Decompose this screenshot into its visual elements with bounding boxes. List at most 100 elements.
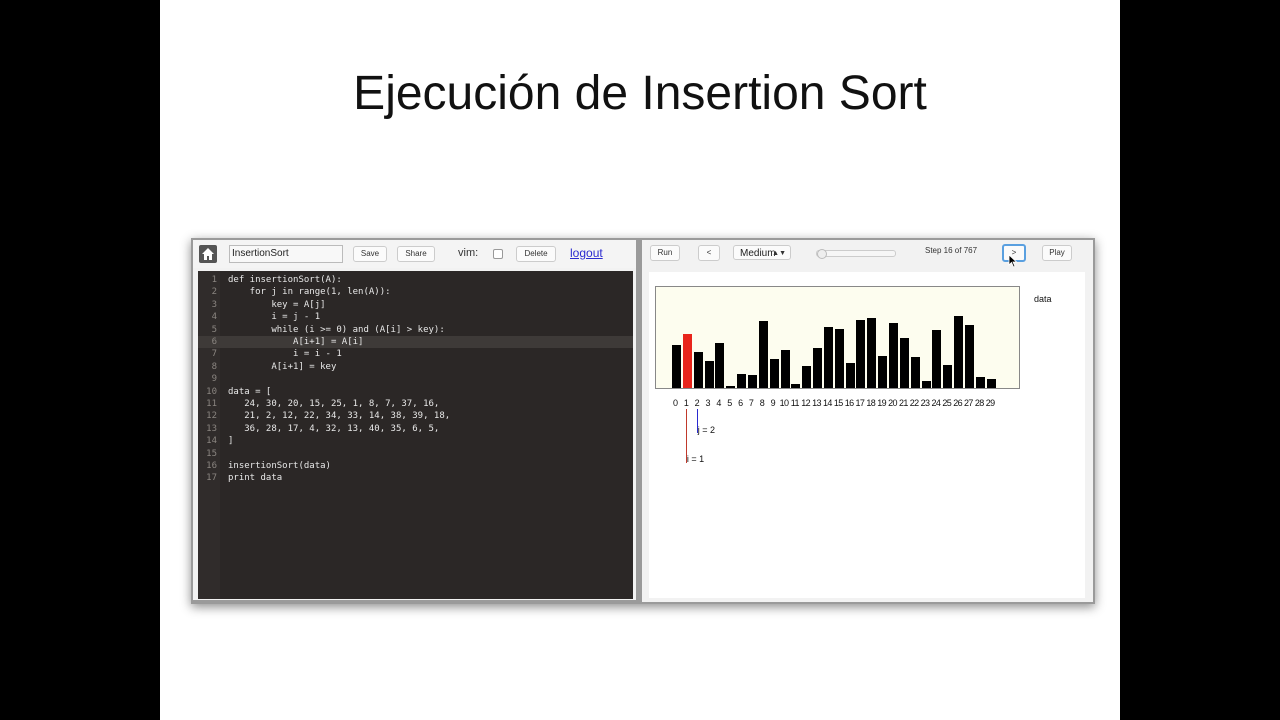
array-bar <box>910 357 920 388</box>
index-label: 5 <box>727 398 733 408</box>
code-text: for j in range(1, len(A)): <box>228 287 391 298</box>
array-bar <box>682 334 692 388</box>
filename-input[interactable]: InsertionSort <box>229 245 343 263</box>
code-line[interactable]: 17 print data <box>198 472 633 484</box>
code-line[interactable]: 5 while (i >= 0) and (A[i] > key): <box>198 324 633 336</box>
index-label: 14 <box>822 398 832 408</box>
code-line[interactable]: 16 insertionSort(data) <box>198 460 633 472</box>
line-number: 11 <box>206 399 217 409</box>
line-number: 14 <box>206 436 217 447</box>
line-number: 1 <box>211 275 217 285</box>
line-number: 3 <box>211 299 217 310</box>
code-line[interactable]: 13 36, 28, 17, 4, 32, 13, 40, 35, 6, 5, <box>198 423 633 435</box>
mouse-cursor-icon <box>1008 254 1018 268</box>
line-number: 5 <box>211 324 217 335</box>
code-line[interactable]: 8 A[i+1] = key <box>198 361 633 373</box>
line-number: 7 <box>211 349 217 360</box>
delete-button[interactable]: Delete <box>516 246 556 262</box>
array-bar <box>704 361 714 388</box>
code-line[interactable]: 12 21, 2, 12, 22, 34, 33, 14, 38, 39, 18… <box>198 410 633 422</box>
index-label: 23 <box>920 398 930 408</box>
code-line[interactable]: 4 i = j - 1 <box>198 311 633 323</box>
index-label: 7 <box>748 398 754 408</box>
index-label: 17 <box>855 398 865 408</box>
array-bar <box>737 374 747 388</box>
code-line[interactable]: 11 24, 30, 20, 15, 25, 1, 8, 7, 37, 16, <box>198 398 633 410</box>
speed-value: Medium <box>740 248 776 259</box>
code-text: while (i >= 0) and (A[i] > key): <box>228 324 445 335</box>
step-slider[interactable] <box>816 249 896 259</box>
code-line[interactable]: 3 key = A[j] <box>198 299 633 311</box>
index-label: 3 <box>705 398 711 408</box>
code-text: 24, 30, 20, 15, 25, 1, 8, 7, 37, 16, <box>228 399 440 409</box>
pointer-label: j = 2 <box>697 425 715 435</box>
index-label: 27 <box>964 398 973 408</box>
line-number: 17 <box>206 473 217 484</box>
select-arrows-icon: ▲▼ <box>772 250 786 257</box>
logout-link[interactable]: logout <box>570 246 603 260</box>
visualizer-toolbar: Run < Medium ▲▼ Step 16 of 767 > Play <box>642 240 1093 268</box>
array-bar <box>964 325 974 388</box>
array-bar <box>813 348 823 388</box>
index-label: 16 <box>844 398 854 408</box>
index-label: 18 <box>866 398 876 408</box>
home-icon[interactable] <box>199 245 217 263</box>
index-label: 13 <box>812 398 821 408</box>
vim-checkbox[interactable] <box>493 249 503 259</box>
line-number: 13 <box>206 423 217 434</box>
line-number: 9 <box>211 374 217 385</box>
run-button[interactable]: Run <box>650 245 680 261</box>
array-bar <box>856 320 866 388</box>
slider-thumb[interactable] <box>816 249 827 259</box>
array-bar <box>867 318 877 388</box>
array-bar <box>715 343 725 388</box>
array-bar <box>943 365 953 388</box>
code-line[interactable]: 10 data = [ <box>198 386 633 398</box>
code-text: 36, 28, 17, 4, 32, 13, 40, 35, 6, 5, <box>228 423 440 434</box>
code-line[interactable]: 1 def insertionSort(A): <box>198 274 633 286</box>
array-chart <box>655 286 1020 389</box>
index-label: 12 <box>801 398 811 408</box>
app-window: InsertionSort Save Share vim: Delete log… <box>191 238 1095 604</box>
line-number: 15 <box>206 448 217 459</box>
index-label: 28 <box>974 398 984 408</box>
index-label: 19 <box>877 398 887 408</box>
line-number: 16 <box>206 461 217 471</box>
array-bar <box>921 381 931 388</box>
code-text: 21, 2, 12, 22, 34, 33, 14, 38, 39, 18, <box>228 411 451 422</box>
editor-pane: InsertionSort Save Share vim: Delete log… <box>193 240 636 600</box>
code-line[interactable]: 15 <box>198 448 633 460</box>
code-text: print data <box>228 473 283 484</box>
array-bar <box>975 377 985 388</box>
code-text: A[i+1] = key <box>228 361 337 372</box>
array-bar <box>780 350 790 388</box>
array-bar <box>791 384 801 388</box>
code-line[interactable]: 9 <box>198 373 633 385</box>
array-bar <box>823 327 833 388</box>
array-bar <box>834 329 844 388</box>
code-line[interactable]: 6 A[i+1] = A[i] <box>198 336 633 348</box>
variable-label: data <box>1034 294 1052 304</box>
array-bar <box>845 363 855 388</box>
line-number: 12 <box>206 411 217 422</box>
vim-label: vim: <box>458 247 479 259</box>
code-editor[interactable]: 1 def insertionSort(A): 2 for j in range(1… <box>198 271 633 599</box>
index-label: 8 <box>759 398 765 408</box>
code-text: i = j - 1 <box>228 312 321 323</box>
line-number: 2 <box>211 287 217 298</box>
save-button[interactable]: Save <box>353 246 387 262</box>
array-bar <box>672 345 681 388</box>
array-bar <box>878 356 888 388</box>
code-line[interactable]: 7 i = i - 1 <box>198 348 633 360</box>
share-button[interactable]: Share <box>397 246 435 262</box>
code-line[interactable]: 14] <box>198 435 633 447</box>
array-bar <box>986 379 996 388</box>
code-line[interactable]: 2 for j in range(1, len(A)): <box>198 286 633 298</box>
array-bar <box>802 366 812 388</box>
speed-select[interactable]: Medium ▲▼ <box>733 245 791 260</box>
array-bar <box>693 352 703 388</box>
play-button[interactable]: Play <box>1042 245 1072 261</box>
prev-step-button[interactable]: < <box>698 245 720 261</box>
line-number: 4 <box>211 312 217 323</box>
visualizer-pane: Run < Medium ▲▼ Step 16 of 767 > Play da <box>642 240 1093 602</box>
